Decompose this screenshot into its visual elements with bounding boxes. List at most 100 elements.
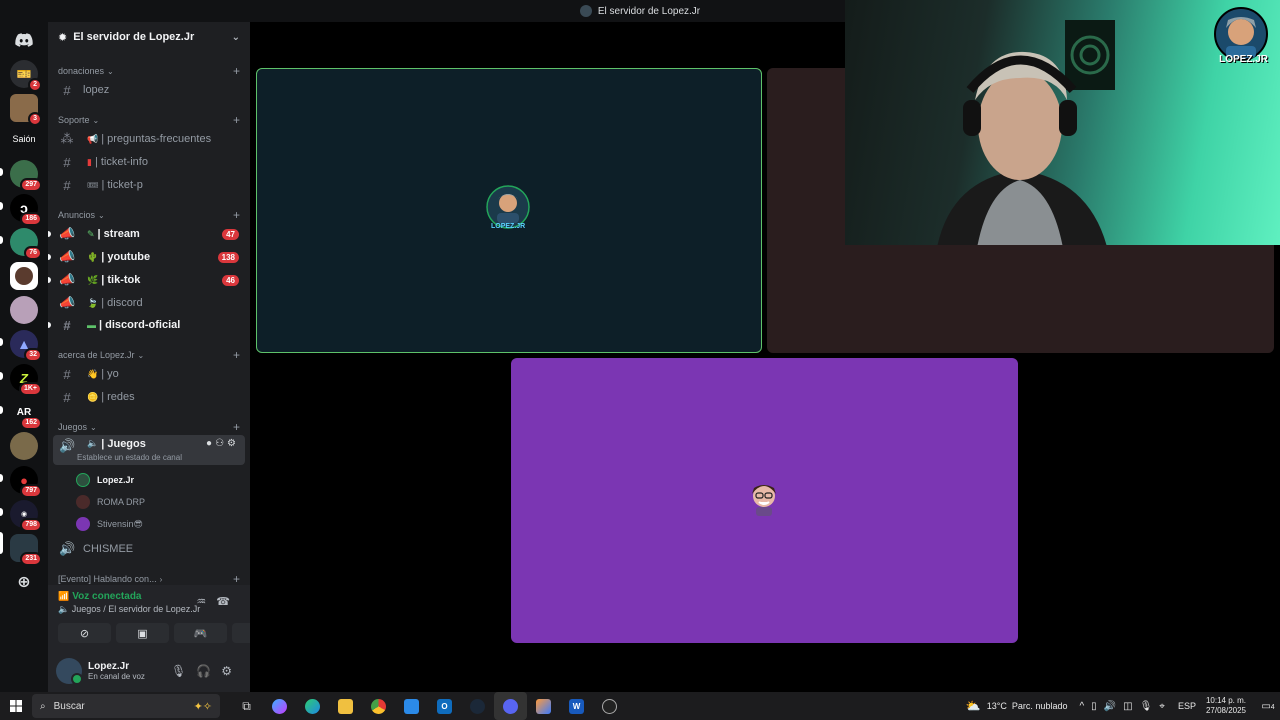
category-acerca[interactable]: acerca de Lopez.Jr ⌄ + xyxy=(48,347,250,363)
server-header[interactable]: ✹ El servidor de Lopez.Jr ⌄ xyxy=(48,22,250,52)
add-channel-icon[interactable]: + xyxy=(233,420,240,434)
app-button[interactable] xyxy=(527,692,560,720)
channel-juegos-voice[interactable]: 🔊 🔈 | Juegos ●⚇⚙ Establece un estado de … xyxy=(53,435,245,465)
voice-tools: ♒☎ xyxy=(196,595,240,608)
chevron-down-icon: ⌄ xyxy=(107,66,114,76)
server-icon-6[interactable] xyxy=(10,262,38,290)
voice-user[interactable]: Lopez.Jr xyxy=(76,470,134,490)
steam-button[interactable] xyxy=(461,692,494,720)
copilot-button[interactable] xyxy=(263,692,296,720)
weather-widget[interactable]: ⛅ 13°C Parc. nublado xyxy=(966,699,1068,713)
noise-suppression-icon[interactable]: ♒ xyxy=(196,596,216,608)
taskbar-search[interactable]: ⌕ Buscar ✦✧ xyxy=(32,694,220,718)
battery-icon[interactable]: ▯ xyxy=(1091,701,1104,712)
server-name: El servidor de Lopez.Jr xyxy=(73,31,195,43)
server-icon-8[interactable]: ▲ 32 xyxy=(10,330,42,362)
server-icon-13[interactable]: ◉ 798 xyxy=(10,500,42,532)
chevron-down-icon: ⌄ xyxy=(92,115,100,125)
category-anuncios[interactable]: Anuncios ⌄ + xyxy=(48,207,250,223)
channel-label: | stream xyxy=(97,228,140,240)
outlook-button[interactable]: O xyxy=(428,692,461,720)
channel-lopez[interactable]: # lopez xyxy=(53,79,245,101)
add-server-icon[interactable]: ⊕ xyxy=(10,568,38,596)
disconnect-icon[interactable]: ☎ xyxy=(216,596,240,608)
server-icon-4[interactable]: ↄ 186 xyxy=(10,194,42,226)
category-juegos[interactable]: Juegos ⌄ + xyxy=(48,419,250,435)
gear-icon[interactable]: ⚙ xyxy=(227,438,239,449)
obs-button[interactable] xyxy=(593,692,626,720)
notification-center-button[interactable]: ▭4 xyxy=(1256,701,1280,712)
channel-redes[interactable]: # 🪙 | redes xyxy=(53,386,245,408)
network-icon[interactable]: ◫ xyxy=(1123,701,1139,712)
pin-icon[interactable]: ⌖ xyxy=(1159,701,1172,712)
hash-icon: # xyxy=(63,317,71,333)
invite-icon[interactable]: ⚇ xyxy=(215,438,227,449)
camera-toggle-button[interactable]: ⊘ xyxy=(58,623,111,643)
start-button[interactable] xyxy=(0,692,32,720)
clock[interactable]: 10:14 p. m. 27/08/2025 xyxy=(1206,696,1246,716)
participant-tile-stivensin[interactable] xyxy=(511,358,1018,643)
channel-status[interactable]: Establece un estado de canal xyxy=(77,453,182,462)
user-panel: Lopez.Jr En canal de voz 🎙🎧⚙ xyxy=(48,650,250,692)
add-channel-icon[interactable]: + xyxy=(233,113,240,127)
channel-yo[interactable]: # 👋 | yo xyxy=(53,363,245,385)
chevron-up-icon[interactable]: ^ xyxy=(1079,701,1091,712)
discord-button[interactable] xyxy=(494,692,527,720)
server-icon-2[interactable]: 3 xyxy=(10,94,42,126)
task-view-button[interactable]: ⧉ xyxy=(230,692,263,720)
channel-preguntas-frecuentes[interactable]: ⁂ 📢 | preguntas-frecuentes xyxy=(53,128,245,150)
add-channel-icon[interactable]: + xyxy=(233,348,240,362)
channel-label: | ticket-info xyxy=(94,156,148,168)
channel-ticket-p[interactable]: # 🎟 | ticket-p xyxy=(53,174,245,196)
activities-button[interactable]: 🎮 xyxy=(174,623,227,643)
headphones-icon[interactable]: 🎧 xyxy=(196,664,221,678)
add-channel-icon[interactable]: + xyxy=(233,64,240,78)
discord-home-icon[interactable] xyxy=(10,26,38,54)
add-channel-icon[interactable]: + xyxy=(233,208,240,222)
word-button[interactable]: W xyxy=(560,692,593,720)
participant-tile-lopez[interactable]: LOPEZ.JR xyxy=(256,68,762,353)
chat-icon[interactable]: ● xyxy=(206,438,215,449)
gear-icon[interactable]: ⚙ xyxy=(221,664,242,678)
server-icon-11[interactable] xyxy=(10,432,38,460)
windows-logo-icon xyxy=(10,700,22,712)
channel-label: | Juegos xyxy=(101,438,146,450)
microphone-icon[interactable]: 🎙 xyxy=(171,664,196,678)
add-channel-icon[interactable]: + xyxy=(233,572,240,586)
voice-user[interactable]: ROMA DRP xyxy=(76,492,145,512)
screen-share-icon: ▣ xyxy=(137,627,148,640)
channel-discord-oficial[interactable]: # ▬ | discord-oficial xyxy=(48,314,245,336)
avatar[interactable] xyxy=(56,658,83,685)
channel-tik-tok[interactable]: 📣 🌿 | tik-tok 46 xyxy=(48,269,245,291)
edge-button[interactable] xyxy=(296,692,329,720)
avatar xyxy=(76,517,90,531)
server-icon-12[interactable]: ● 797 xyxy=(10,466,42,498)
server-icon-current[interactable]: 231 xyxy=(10,534,42,566)
server-icon-7[interactable] xyxy=(10,296,38,324)
server-icon-9[interactable]: Z 1K+ xyxy=(10,364,42,396)
logo-text: LOPEZ.JR xyxy=(1219,54,1268,65)
windows-taskbar: ⌕ Buscar ✦✧ ⧉ O W ⛅ 13°C Parc. nublado ^… xyxy=(0,692,1280,720)
screen-share-button[interactable]: ▣ xyxy=(116,623,169,643)
category-soporte[interactable]: Soporte ⌄ + xyxy=(48,112,250,128)
store-button[interactable] xyxy=(395,692,428,720)
channel-chismee[interactable]: 🔊 CHISMEE xyxy=(53,538,245,560)
server-icon-10[interactable]: AR 162 xyxy=(10,398,42,430)
channel-discord[interactable]: 📣 🍃 | discord xyxy=(53,292,245,314)
channel-label: | discord xyxy=(101,297,143,309)
channel-stream[interactable]: 📣 ✎ | stream 47 xyxy=(48,223,245,245)
language-indicator[interactable]: ESP xyxy=(1178,701,1196,711)
mic-icon[interactable]: 🎙 xyxy=(1140,701,1160,712)
volume-icon[interactable]: 🔊 xyxy=(1104,701,1123,712)
channel-ticket-info[interactable]: # ▮ | ticket-info xyxy=(53,151,245,173)
server-icon-ticket[interactable]: 🎫 2 xyxy=(10,60,42,92)
file-explorer-button[interactable] xyxy=(329,692,362,720)
chrome-button[interactable] xyxy=(362,692,395,720)
voice-user[interactable]: Stivensin😎 xyxy=(76,514,143,534)
user-info[interactable]: Lopez.Jr En canal de voz xyxy=(88,661,145,681)
badge: 2 xyxy=(28,78,42,92)
channel-youtube[interactable]: 📣 🌵 | youtube 138 xyxy=(48,246,245,268)
server-icon-5[interactable]: 76 xyxy=(10,228,42,260)
category-donaciones[interactable]: donaciones ⌄ + xyxy=(48,63,250,79)
server-icon-3[interactable]: 297 xyxy=(10,160,42,192)
